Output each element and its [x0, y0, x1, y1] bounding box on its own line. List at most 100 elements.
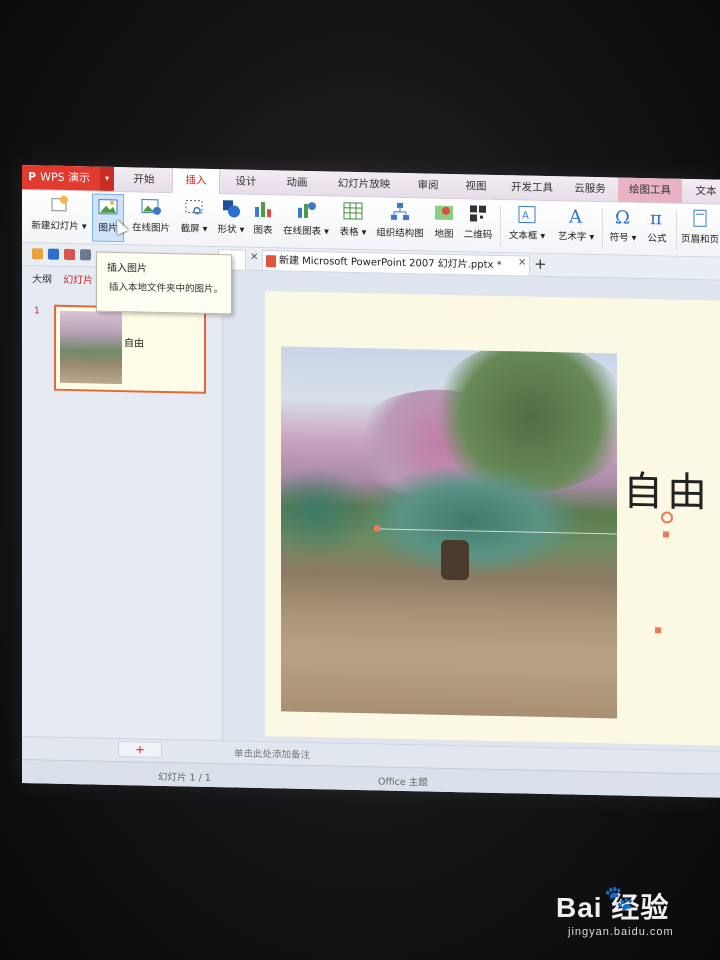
svg-text:A: A	[568, 206, 583, 225]
close-tab-icon[interactable]: ✕	[250, 252, 258, 263]
ribbon-separator	[602, 208, 603, 249]
slide-title[interactable]: 自由	[623, 459, 711, 519]
tab-insert[interactable]: 插入	[172, 168, 220, 195]
resize-handle[interactable]	[655, 627, 661, 634]
wordart-button[interactable]: A 艺术字 ▾	[552, 203, 600, 252]
map-button[interactable]: 地图	[430, 201, 458, 250]
online-chart-button[interactable]: 在线图表 ▾	[278, 197, 334, 246]
doc-tab-active-label: 新建 Microsoft PowerPoint 2007 幻灯片.pptx *	[279, 255, 502, 272]
thumb-title: 自由	[124, 338, 144, 350]
slide-editing-area: 自由	[223, 270, 720, 751]
tab-slideshow[interactable]: 幻灯片放映	[326, 171, 402, 197]
header-footer-label: 页眉和页	[680, 233, 719, 246]
slide-photo[interactable]	[281, 346, 617, 719]
tab-cloud-services[interactable]: 云服务	[566, 176, 614, 201]
ribbon-separator	[500, 206, 501, 247]
theme-name: Office 主题	[378, 776, 428, 789]
slides-tab[interactable]: 幻灯片	[63, 275, 93, 287]
new-slide-icon	[51, 195, 68, 212]
online-chart-label: 在线图表 ▾	[283, 225, 329, 238]
add-slide-button[interactable]: +	[118, 741, 162, 758]
formula-button[interactable]: π 公式	[642, 205, 672, 254]
resize-handle[interactable]	[663, 531, 669, 538]
thumb-photo	[60, 310, 122, 385]
app-menu-caret-icon[interactable]: ▾	[100, 166, 114, 191]
online-chart-icon	[298, 202, 316, 218]
tab-text[interactable]: 文本	[686, 179, 720, 204]
formula-icon: π	[650, 208, 662, 227]
screenshot-icon	[185, 199, 203, 215]
new-slide-label: 新建幻灯片 ▾	[31, 220, 87, 233]
textbox-icon: A	[518, 205, 536, 224]
symbol-label: 符号 ▾	[609, 232, 637, 244]
textbox-button[interactable]: A 文本框 ▾	[504, 202, 550, 251]
small-cycad	[281, 466, 371, 559]
svg-text:π: π	[650, 208, 662, 227]
online-picture-label: 在线图片	[131, 222, 170, 235]
notes-placeholder[interactable]: 单击此处添加备注	[234, 745, 310, 761]
ribbon-separator	[676, 209, 677, 250]
formula-label: 公式	[647, 233, 667, 245]
screenshot-button[interactable]: 截屏 ▾	[176, 195, 212, 244]
close-tab-icon[interactable]: ✕	[518, 257, 526, 268]
save-icon[interactable]	[48, 248, 59, 260]
app-menu-button[interactable]: P WPS 演示	[22, 165, 112, 191]
online-picture-button[interactable]: 在线图片	[128, 194, 174, 243]
symbol-icon: Ω	[615, 207, 630, 226]
picture-icon	[98, 199, 118, 215]
tooltip-title: 插入图片	[107, 262, 147, 275]
textbox-label: 文本框 ▾	[508, 230, 546, 242]
print-icon[interactable]	[80, 249, 91, 261]
org-chart-icon	[391, 202, 409, 221]
tab-drawing-tools[interactable]: 绘图工具	[618, 177, 682, 203]
header-footer-button[interactable]: 页眉和页	[680, 206, 720, 255]
map-label: 地图	[434, 228, 454, 241]
watermark-url: jingyan.baidu.com	[568, 926, 674, 938]
shapes-icon	[223, 200, 240, 218]
cycad-trunk	[441, 539, 469, 581]
outline-tab[interactable]: 大纲	[32, 274, 52, 285]
qr-code-icon	[470, 205, 486, 222]
export-pdf-icon[interactable]	[64, 248, 75, 261]
panel-tabs: 大纲 幻灯片	[32, 270, 93, 286]
wordart-label: 艺术字 ▾	[557, 231, 595, 243]
slide-thumbnail-panel: 大纲 幻灯片 1 自由	[22, 266, 223, 741]
insert-picture-tooltip: 插入图片 插入本地文件夹中的图片。	[96, 251, 232, 315]
pptx-file-icon	[266, 255, 276, 268]
tab-developer[interactable]: 开发工具	[504, 175, 560, 200]
tab-design[interactable]: 设计	[224, 169, 268, 194]
tab-animation[interactable]: 动画	[274, 170, 320, 195]
open-folder-icon[interactable]	[32, 248, 43, 260]
org-chart-button[interactable]: 组织结构图	[372, 199, 428, 248]
new-slide-button[interactable]: 新建幻灯片 ▾	[28, 192, 90, 241]
table-label: 表格 ▾	[339, 226, 367, 239]
new-tab-icon[interactable]: +	[534, 255, 547, 273]
slide-thumbnail[interactable]: 自由	[54, 304, 206, 394]
online-picture-icon	[141, 199, 161, 215]
rotate-handle[interactable]	[661, 511, 673, 524]
app-name: WPS 演示	[40, 170, 91, 185]
tab-home[interactable]: 开始	[122, 167, 166, 192]
chart-label: 图表	[253, 224, 273, 237]
chart-icon	[255, 202, 271, 218]
chart-button[interactable]: 图表	[250, 197, 276, 246]
shapes-button[interactable]: 形状 ▾	[214, 196, 248, 245]
tab-review[interactable]: 审阅	[406, 173, 450, 198]
table-button[interactable]: 表格 ▾	[336, 199, 370, 248]
qr-code-label: 二维码	[463, 229, 493, 241]
resize-handle[interactable]	[374, 525, 380, 532]
table-icon	[343, 202, 363, 220]
slide-canvas[interactable]: 自由	[265, 291, 720, 746]
wordart-icon: A	[568, 206, 583, 225]
header-footer-icon	[693, 209, 707, 227]
baidu-paw-icon: 🐾	[604, 884, 634, 912]
tooltip-description: 插入本地文件夹中的图片。	[109, 281, 224, 296]
org-chart-label: 组织结构图	[376, 227, 424, 240]
svg-text:A: A	[522, 210, 529, 221]
symbol-button[interactable]: Ω 符号 ▾	[606, 204, 640, 253]
shapes-label: 形状 ▾	[217, 224, 245, 236]
map-icon	[435, 205, 453, 221]
tab-view[interactable]: 视图	[454, 174, 498, 199]
qr-code-button[interactable]: 二维码	[460, 201, 496, 250]
thumb-number: 1	[34, 306, 40, 317]
